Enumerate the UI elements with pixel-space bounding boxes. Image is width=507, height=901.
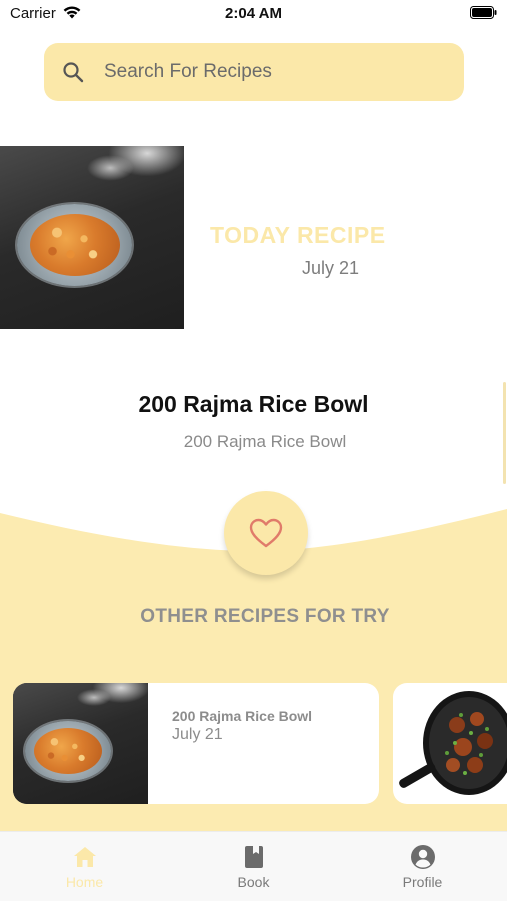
tab-profile-label: Profile [402,874,443,890]
tab-bar: Home Book Profile [0,831,507,901]
tab-home-label: Home [65,874,104,890]
search-icon [63,62,84,83]
search-input[interactable] [102,53,446,91]
featured-recipe-title: 200 Rajma Rice Bowl [138,391,369,417]
recipe-card[interactable]: 200 Rajma Rice Bowl July 21 [13,683,379,804]
other-recipes-heading: OTHER RECIPES FOR TRY [140,606,390,627]
battery-icon [470,6,497,19]
today-recipe-image[interactable] [0,146,184,329]
today-recipe-date: July 21 [302,258,360,278]
search-bar[interactable] [44,43,464,101]
recipe-card-image [13,683,148,804]
favorite-button[interactable] [224,491,308,575]
book-icon [245,846,263,868]
today-recipe-label: TODAY RECIPE [210,222,386,248]
featured-recipe-subtitle: 200 Rajma Rice Bowl [183,432,347,451]
tab-book-label: Book [237,874,270,890]
recipe-card[interactable] [393,683,507,804]
profile-icon [411,845,435,869]
recipe-card-title: 200 Rajma Rice Bowl [172,708,313,724]
status-bar: Carrier 2:04 AM [0,0,507,28]
recipe-card-date: July 21 [172,726,223,743]
tab-profile[interactable]: Profile [338,832,507,901]
recipe-card-image [399,691,507,795]
tab-book[interactable]: Book [169,832,338,901]
clock: 2:04 AM [225,5,282,22]
heart-icon [249,518,283,548]
home-icon [74,847,96,867]
tab-home[interactable]: Home [0,832,169,901]
